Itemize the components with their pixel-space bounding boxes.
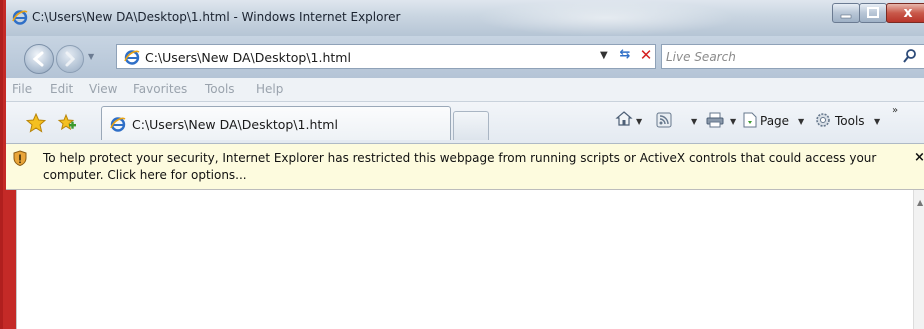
menu-tools[interactable]: Tools [205, 82, 235, 96]
print-icon[interactable] [706, 112, 724, 128]
minimize-icon [840, 14, 852, 19]
stop-icon[interactable]: ✕ [636, 46, 656, 66]
menu-favorites[interactable]: Favorites [133, 82, 187, 96]
tools-dropdown-icon[interactable]: ▼ [874, 117, 880, 126]
page-dropdown-icon[interactable]: ▼ [798, 117, 804, 126]
back-arrow-icon [32, 51, 44, 67]
address-dropdown-icon[interactable]: ▼ [600, 50, 608, 61]
recent-pages-dropdown-icon[interactable]: ▼ [88, 52, 94, 61]
browser-window: C:\Users\New DA\Desktop\1.html - Windows… [0, 0, 924, 329]
navigation-bar: ▼ C:\Users\New DA\Desktop\1.html ▼ ⇆ ✕ [6, 36, 924, 78]
feeds-dropdown-icon[interactable]: ▼ [691, 117, 697, 126]
tools-gear-icon[interactable] [815, 112, 831, 128]
chevron-right-icon[interactable]: » [892, 105, 898, 116]
page-ie-icon [124, 50, 140, 65]
vertical-scrollbar[interactable]: ▲ [913, 190, 924, 329]
menu-bar: File Edit View Favorites Tools Help [6, 78, 924, 102]
address-bar[interactable]: C:\Users\New DA\Desktop\1.html ▼ ⇆ ✕ [116, 44, 656, 69]
menu-help[interactable]: Help [256, 82, 283, 96]
security-info-bar[interactable]: To help protect your security, Internet … [6, 144, 924, 190]
close-icon: x [903, 5, 913, 21]
info-bar-close-icon[interactable]: × [914, 150, 924, 165]
warning-shield-icon [13, 150, 27, 166]
ie-logo-icon [12, 10, 28, 25]
forward-button[interactable] [56, 45, 84, 73]
menu-view[interactable]: View [89, 82, 117, 96]
window-title: C:\Users\New DA\Desktop\1.html - Windows… [32, 10, 401, 24]
scroll-up-icon[interactable]: ▲ [917, 198, 923, 207]
page-content[interactable] [16, 190, 913, 329]
tab-ie-icon [110, 117, 126, 132]
tab-bar: C:\Users\New DA\Desktop\1.html ▼ ▼ ▼ Pag… [6, 102, 924, 144]
close-button[interactable]: x [886, 3, 924, 23]
tab-current-page[interactable]: C:\Users\New DA\Desktop\1.html [101, 106, 451, 140]
maximize-icon [867, 7, 879, 18]
home-dropdown-icon[interactable]: ▼ [636, 117, 642, 126]
forward-arrow-icon [65, 51, 76, 67]
feeds-icon[interactable] [656, 112, 672, 128]
info-bar-message[interactable]: To help protect your security, Internet … [43, 150, 903, 184]
search-input[interactable] [666, 48, 896, 66]
menu-file[interactable]: File [12, 82, 32, 96]
new-tab-button[interactable] [453, 111, 489, 140]
refresh-icon[interactable]: ⇆ [614, 47, 636, 67]
maximize-button[interactable] [859, 3, 887, 23]
minimize-button[interactable] [832, 3, 860, 23]
back-button[interactable] [24, 44, 54, 74]
menu-edit[interactable]: Edit [50, 82, 73, 96]
search-box[interactable] [661, 44, 924, 69]
address-input[interactable]: C:\Users\New DA\Desktop\1.html [145, 50, 351, 65]
title-bar[interactable]: C:\Users\New DA\Desktop\1.html - Windows… [6, 0, 924, 36]
favorites-star-icon[interactable] [26, 113, 46, 133]
home-icon[interactable] [615, 110, 633, 128]
search-icon[interactable] [902, 48, 920, 66]
page-icon[interactable] [743, 112, 757, 128]
add-favorite-icon[interactable] [57, 113, 77, 133]
page-menu-button[interactable]: Page [760, 114, 789, 128]
tab-label: C:\Users\New DA\Desktop\1.html [132, 117, 338, 132]
print-dropdown-icon[interactable]: ▼ [730, 117, 736, 126]
tools-menu-button[interactable]: Tools [835, 114, 865, 128]
